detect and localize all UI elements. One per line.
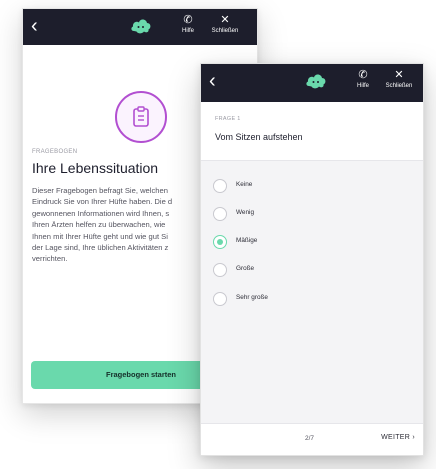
answer-option-keine[interactable]: Keine [213, 179, 393, 193]
help-button[interactable]: ✆ Hilfe [175, 14, 201, 35]
cloud-logo-icon [305, 71, 327, 91]
question-screen: ‹ ✆ Hilfe ✕ Schließen FRAGE 1 Vom Sitzen… [200, 63, 424, 456]
radio-button[interactable] [213, 207, 227, 221]
radio-button[interactable] [213, 179, 227, 193]
answer-label: Wenig [236, 209, 254, 216]
back-chevron-icon[interactable]: ‹ [31, 15, 49, 37]
help-button[interactable]: ✆ Hilfe [351, 69, 375, 90]
close-button[interactable]: ✕ Schließen [381, 69, 417, 90]
next-button[interactable]: WEITER › [381, 434, 415, 441]
radio-button[interactable] [213, 263, 227, 277]
answer-option-sehr-grosse[interactable]: Sehr große [213, 292, 393, 306]
phone-icon: ✆ [358, 69, 368, 81]
footer-bar: 2/7 WEITER › [201, 423, 423, 455]
close-button[interactable]: ✕ Schließen [207, 14, 243, 35]
app-preview: ‹ ✆ Hilfe ✕ Schließen FRAGEBOGEN Ihre Le… [0, 0, 436, 469]
phone-icon: ✆ [183, 14, 193, 26]
help-label: Hilfe [356, 83, 369, 89]
answer-label: Keine [236, 181, 253, 188]
answer-label: Mäßige [236, 237, 258, 244]
top-bar: ‹ ✆ Hilfe ✕ Schließen [201, 64, 423, 102]
question-title: Vom Sitzen aufstehen [215, 132, 303, 142]
answer-option-wenig[interactable]: Wenig [213, 207, 393, 221]
back-chevron-icon[interactable]: ‹ [209, 70, 227, 92]
answer-option-grosse[interactable]: Große [213, 263, 393, 277]
answer-label: Sehr große [236, 294, 268, 301]
answer-option-maessige[interactable]: Mäßige [213, 235, 393, 249]
cloud-logo-icon [130, 16, 152, 36]
close-label: Schließen [211, 28, 239, 34]
question-number: FRAGE 1 [215, 116, 241, 122]
page-indicator: 2/7 [305, 435, 315, 442]
page-title: Ihre Lebenssituation [32, 160, 159, 176]
radio-button-selected[interactable] [213, 235, 227, 249]
radio-button[interactable] [213, 292, 227, 306]
close-icon: ✕ [394, 69, 404, 81]
section-eyebrow: FRAGEBOGEN [32, 149, 78, 155]
close-label: Schließen [385, 83, 413, 89]
clipboard-icon [115, 91, 167, 143]
radio-dot [217, 239, 223, 245]
answer-label: Große [236, 265, 255, 272]
help-label: Hilfe [181, 28, 194, 34]
top-bar: ‹ ✆ Hilfe ✕ Schließen [23, 9, 257, 45]
close-icon: ✕ [220, 14, 230, 26]
